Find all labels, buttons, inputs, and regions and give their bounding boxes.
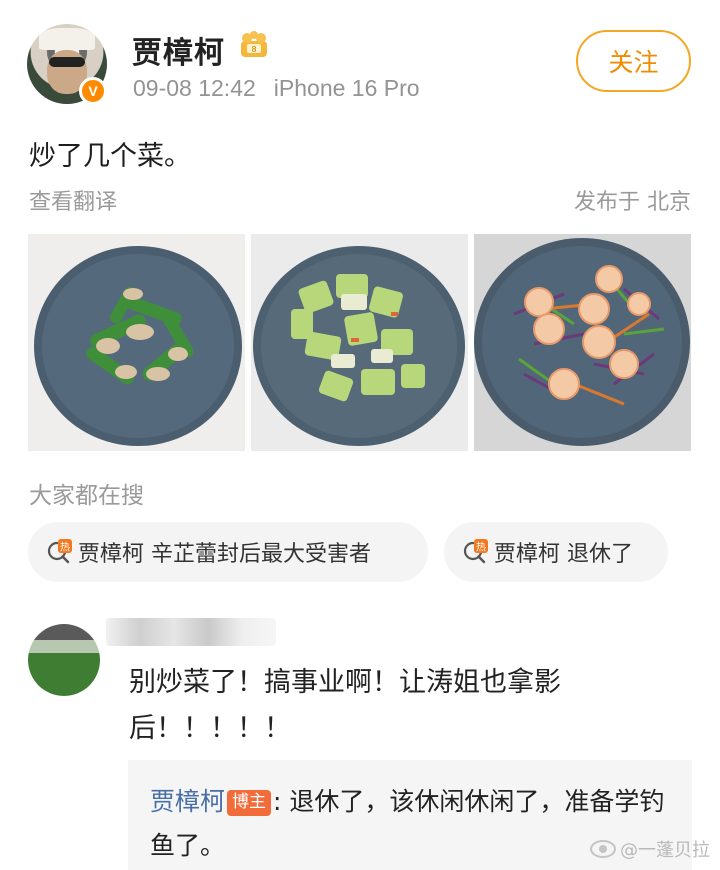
trending-search-title: 大家都在搜 xyxy=(29,483,144,509)
trending-search-chip-2-label: 贾樟柯 退休了 xyxy=(494,542,633,567)
dish-shrimp-salad-image xyxy=(474,234,691,451)
post-image-2[interactable] xyxy=(251,234,468,451)
dish-snow-peas-pork-image xyxy=(28,234,245,451)
trending-search-chip-2[interactable]: 热 贾樟柯 退休了 xyxy=(444,522,668,582)
dish-stir-fried-squash-image xyxy=(251,234,468,451)
post-meta: 09-08 12:42 iPhone 16 Pro xyxy=(133,75,420,102)
hot-search-icon: 热 xyxy=(463,539,488,564)
post-text: 炒了几个菜。 xyxy=(29,141,191,172)
weibo-logo-icon xyxy=(590,840,616,858)
watermark: @一蓬贝拉 xyxy=(590,836,710,862)
post-image-3[interactable] xyxy=(474,234,691,451)
avatar-glasses xyxy=(49,57,85,67)
commenter-name-blurred xyxy=(106,618,276,646)
trending-search-chip-1-label: 贾樟柯 辛芷蕾封后最大受害者 xyxy=(78,542,371,567)
post-device: iPhone 16 Pro xyxy=(273,75,420,101)
reply-author-name[interactable]: 贾樟柯 xyxy=(150,787,225,816)
translate-link[interactable]: 查看翻译 xyxy=(29,184,117,216)
watermark-text: @一蓬贝拉 xyxy=(620,840,710,861)
trending-search-chip-1[interactable]: 热 贾樟柯 辛芷蕾封后最大受害者 xyxy=(28,522,428,582)
hot-search-icon-text: 热 xyxy=(476,541,486,554)
post-location: 发布于 北京 xyxy=(574,190,691,215)
hot-search-icon-text: 热 xyxy=(60,541,70,554)
svg-text:8: 8 xyxy=(251,45,256,54)
vip-crown-icon[interactable]: 8 xyxy=(236,30,272,60)
blog-owner-badge: 博主 xyxy=(227,790,272,816)
avatar-hat xyxy=(39,28,95,50)
post-image-1[interactable] xyxy=(28,234,245,451)
comment-text: 别炒菜了！搞事业啊！让涛姐也拿影后！！！！！ xyxy=(129,667,561,744)
author-name[interactable]: 贾樟柯 xyxy=(132,28,225,72)
hot-search-icon: 热 xyxy=(47,539,72,564)
commenter-avatar[interactable] xyxy=(28,624,100,696)
post-time: 09-08 12:42 xyxy=(133,75,256,101)
follow-button[interactable]: 关注 xyxy=(576,30,691,92)
verified-icon: V xyxy=(79,77,107,105)
